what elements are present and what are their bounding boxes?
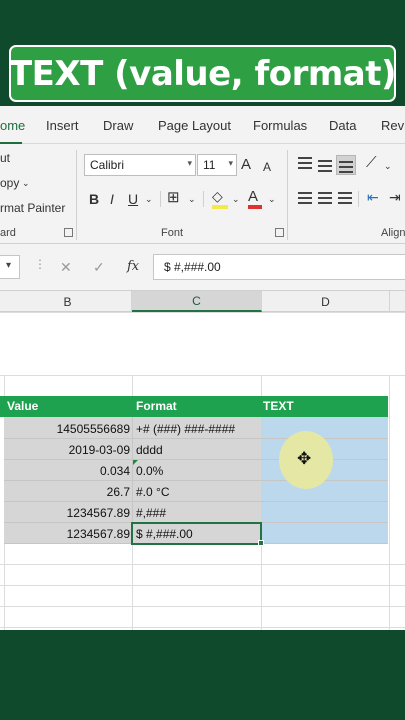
fill-handle[interactable] xyxy=(258,540,264,546)
value-cell[interactable]: 26.7 xyxy=(4,485,130,499)
header-format[interactable]: Format xyxy=(136,396,177,417)
tab-review[interactable]: Revi xyxy=(381,118,405,133)
column-header-d[interactable]: D xyxy=(262,291,390,312)
grow-font-button[interactable]: A xyxy=(241,157,251,173)
value-cell[interactable]: 0.034 xyxy=(4,464,130,478)
font-name-value: Calibri xyxy=(90,158,125,172)
cell-gridline xyxy=(4,501,388,502)
font-color-swatch xyxy=(248,205,262,209)
format-cell[interactable]: #,### xyxy=(136,506,166,520)
fx-icon[interactable]: fx xyxy=(127,259,139,275)
alignment-group-label: Align xyxy=(381,227,405,239)
bottom-banner xyxy=(0,630,405,720)
align-left-icon[interactable] xyxy=(298,192,312,204)
column-header-c[interactable]: C xyxy=(132,291,262,312)
chevron-down-icon: ▾ xyxy=(187,158,192,168)
font-size-value: 11 xyxy=(203,158,216,172)
row-gridline xyxy=(0,606,405,607)
tab-draw[interactable]: Draw xyxy=(103,118,133,133)
header-value[interactable]: Value xyxy=(7,396,38,417)
format-painter-button[interactable]: rmat Painter xyxy=(0,201,65,215)
header-text[interactable]: TEXT xyxy=(263,396,294,417)
italic-button[interactable]: I xyxy=(110,191,114,207)
confirm-icon[interactable]: ✓ xyxy=(93,259,105,275)
align-center-icon[interactable] xyxy=(318,192,332,204)
value-cell[interactable]: 14505556689 xyxy=(4,422,130,436)
bottom-align-icon xyxy=(339,161,353,173)
format-cell[interactable]: #.0 °C xyxy=(136,485,169,499)
cancel-icon[interactable]: ✕ xyxy=(60,259,72,275)
font-group-label: Font xyxy=(161,227,184,239)
chevron-down-icon: ▾ xyxy=(228,158,233,168)
ribbon-tabs: ome Insert Draw Page Layout Formulas Dat… xyxy=(0,106,405,144)
format-cell[interactable]: 0.0% xyxy=(136,464,163,478)
tab-home[interactable]: ome xyxy=(0,118,25,133)
title-badge: TEXT (value, format) xyxy=(8,45,397,102)
tab-page-layout[interactable]: Page Layout xyxy=(158,118,231,133)
align-right-icon[interactable] xyxy=(338,192,352,204)
error-indicator-icon xyxy=(133,460,138,465)
name-box[interactable]: ▾ xyxy=(0,255,20,279)
row-gridline xyxy=(0,564,405,565)
tab-formulas[interactable]: Formulas xyxy=(253,118,307,133)
divider xyxy=(203,191,204,207)
group-divider xyxy=(76,150,77,240)
table-header-row: Value Format TEXT xyxy=(0,396,388,417)
active-cell-outline[interactable] xyxy=(131,522,262,545)
increase-indent-icon[interactable]: ⇥ xyxy=(389,189,401,205)
font-color-button[interactable]: A xyxy=(248,189,258,205)
copy-button[interactable]: opy xyxy=(0,176,19,190)
tab-data[interactable]: Data xyxy=(329,118,356,133)
row-gridline xyxy=(0,585,405,586)
chevron-down-icon: ▾ xyxy=(6,260,12,271)
group-divider xyxy=(287,150,288,240)
formula-bar: ▾ ⋮ ✕ ✓ fx $ #,###.00 xyxy=(0,244,405,290)
font-size-dropdown[interactable]: 11 ▾ xyxy=(197,154,237,176)
copy-dropdown-icon[interactable]: ⌄ xyxy=(22,175,30,191)
cell-gridline xyxy=(4,480,388,481)
tab-insert[interactable]: Insert xyxy=(46,118,79,133)
formula-input[interactable]: $ #,###.00 xyxy=(153,254,405,280)
row-gridline xyxy=(0,312,405,313)
column-header-b[interactable]: B xyxy=(4,291,132,312)
clipboard-launcher-icon[interactable] xyxy=(64,228,73,237)
underline-dropdown-icon[interactable]: ⌄ xyxy=(145,191,153,207)
middle-align-icon[interactable] xyxy=(318,160,332,172)
column-headers: B C D xyxy=(0,290,405,312)
plus-cursor-icon: ✥ xyxy=(297,449,312,468)
splitter-icon: ⋮ xyxy=(34,257,46,271)
cell-gridline xyxy=(4,438,388,439)
bold-button[interactable]: B xyxy=(89,191,99,207)
format-cell[interactable]: dddd xyxy=(136,443,163,457)
value-cell[interactable]: 1234567.89 xyxy=(4,506,130,520)
shrink-font-button[interactable]: A xyxy=(263,159,271,175)
col-gridline xyxy=(389,375,390,630)
value-cell[interactable]: 1234567.89 xyxy=(4,527,130,541)
decrease-indent-icon[interactable]: ⇤ xyxy=(367,189,379,205)
divider xyxy=(160,191,161,207)
borders-icon[interactable]: ⊞ xyxy=(167,190,180,206)
fill-color-icon[interactable]: ◇ xyxy=(212,188,223,204)
fill-color-dropdown-icon[interactable]: ⌄ xyxy=(232,191,240,207)
fill-color-swatch xyxy=(212,205,228,209)
font-launcher-icon[interactable] xyxy=(275,228,284,237)
underline-button[interactable]: U xyxy=(128,191,138,207)
cut-button[interactable]: ut xyxy=(0,151,10,165)
borders-dropdown-icon[interactable]: ⌄ xyxy=(188,191,196,207)
ribbon: ut opy ⌄ rmat Painter ard Calibri ▾ 11 ▾… xyxy=(0,144,405,244)
top-align-icon[interactable] xyxy=(298,157,312,169)
format-cell[interactable]: +# (###) ###-#### xyxy=(136,422,235,436)
clipboard-group-label: ard xyxy=(0,227,16,239)
orientation-icon[interactable]: ⟋ xyxy=(366,155,377,171)
font-name-dropdown[interactable]: Calibri ▾ xyxy=(84,154,196,176)
video-title: TEXT (value, format) xyxy=(8,53,397,94)
top-banner: TEXT (value, format) xyxy=(0,0,405,106)
font-color-dropdown-icon[interactable]: ⌄ xyxy=(268,191,276,207)
row-gridline xyxy=(0,375,405,376)
divider xyxy=(358,191,359,207)
spreadsheet-grid[interactable]: Value Format TEXT 14505556689 +# (###) #… xyxy=(0,312,405,630)
value-cell[interactable]: 2019-03-09 xyxy=(4,443,130,457)
row-gridline xyxy=(0,627,405,628)
orientation-dropdown-icon[interactable]: ⌄ xyxy=(384,158,392,174)
